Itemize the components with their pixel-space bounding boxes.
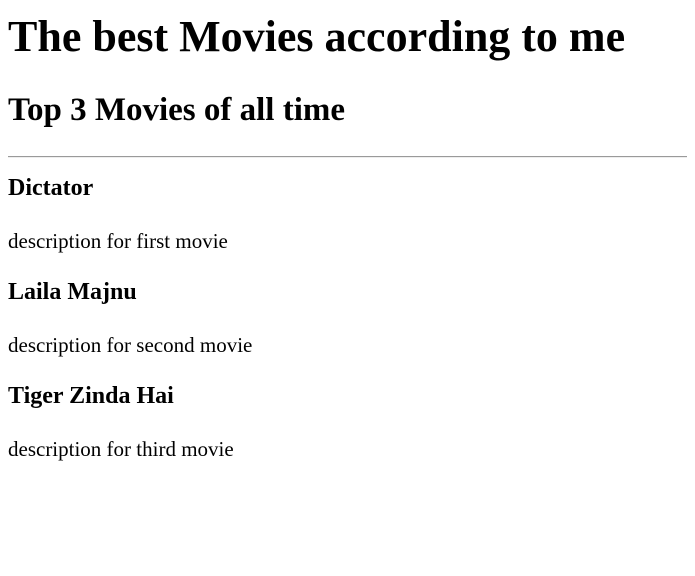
movie-description: description for second movie	[8, 333, 253, 357]
movie-title: Laila Majnu	[8, 279, 137, 305]
page-content: The best Movies according to me Top 3 Mo…	[0, 0, 695, 461]
page-subtitle: Top 3 Movies of all time	[8, 92, 346, 128]
movie-item: Dictator description for first movie	[8, 173, 687, 253]
movie-description: description for third movie	[8, 437, 234, 461]
movie-list: Dictator description for first movie Lai…	[8, 158, 687, 461]
movie-item: Laila Majnu description for second movie	[8, 277, 687, 357]
movie-description: description for first movie	[8, 229, 228, 253]
movie-title: Tiger Zinda Hai	[8, 383, 174, 409]
page-title: The best Movies according to me	[8, 12, 626, 61]
movie-title: Dictator	[8, 175, 94, 201]
movie-item: Tiger Zinda Hai description for third mo…	[8, 381, 687, 461]
